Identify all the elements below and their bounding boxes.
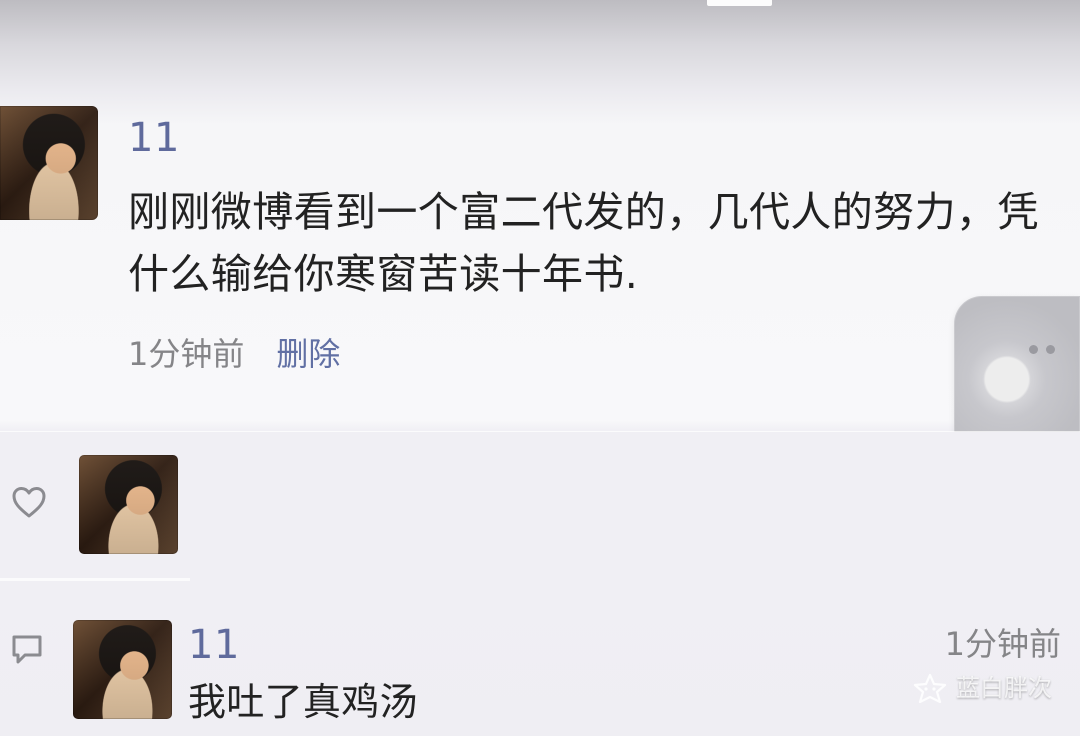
assistant-left-eye-icon bbox=[1029, 345, 1038, 354]
top-status-notch bbox=[707, 0, 772, 6]
post-author-avatar[interactable] bbox=[0, 106, 98, 220]
likes-divider bbox=[0, 578, 190, 581]
assistant-right-eye-icon bbox=[1046, 345, 1055, 354]
comment-time: 1分钟前 bbox=[944, 625, 1061, 663]
liker-avatar[interactable] bbox=[79, 455, 178, 554]
post-author-name[interactable]: 11 bbox=[128, 118, 180, 158]
commenter-avatar[interactable] bbox=[73, 620, 172, 719]
post-text: 刚刚微博看到一个富二代发的，几代人的努力，凭什么输给你寒窗苦读十年书. bbox=[128, 188, 1039, 298]
watermark-text: 蓝白胖次 bbox=[956, 674, 1052, 702]
comment-author-name[interactable]: 11 bbox=[188, 625, 240, 665]
heart-icon[interactable] bbox=[11, 486, 47, 518]
comment-icon[interactable] bbox=[9, 632, 45, 666]
delete-post-link[interactable]: 删除 bbox=[276, 334, 340, 374]
star-face-logo-icon bbox=[913, 673, 947, 703]
post-time: 1分钟前 bbox=[128, 335, 245, 373]
post-meta: 1分钟前 删除 bbox=[128, 334, 340, 374]
watermark: 蓝白胖次 bbox=[912, 673, 1052, 703]
comment-text: 我吐了真鸡汤 bbox=[188, 680, 418, 724]
